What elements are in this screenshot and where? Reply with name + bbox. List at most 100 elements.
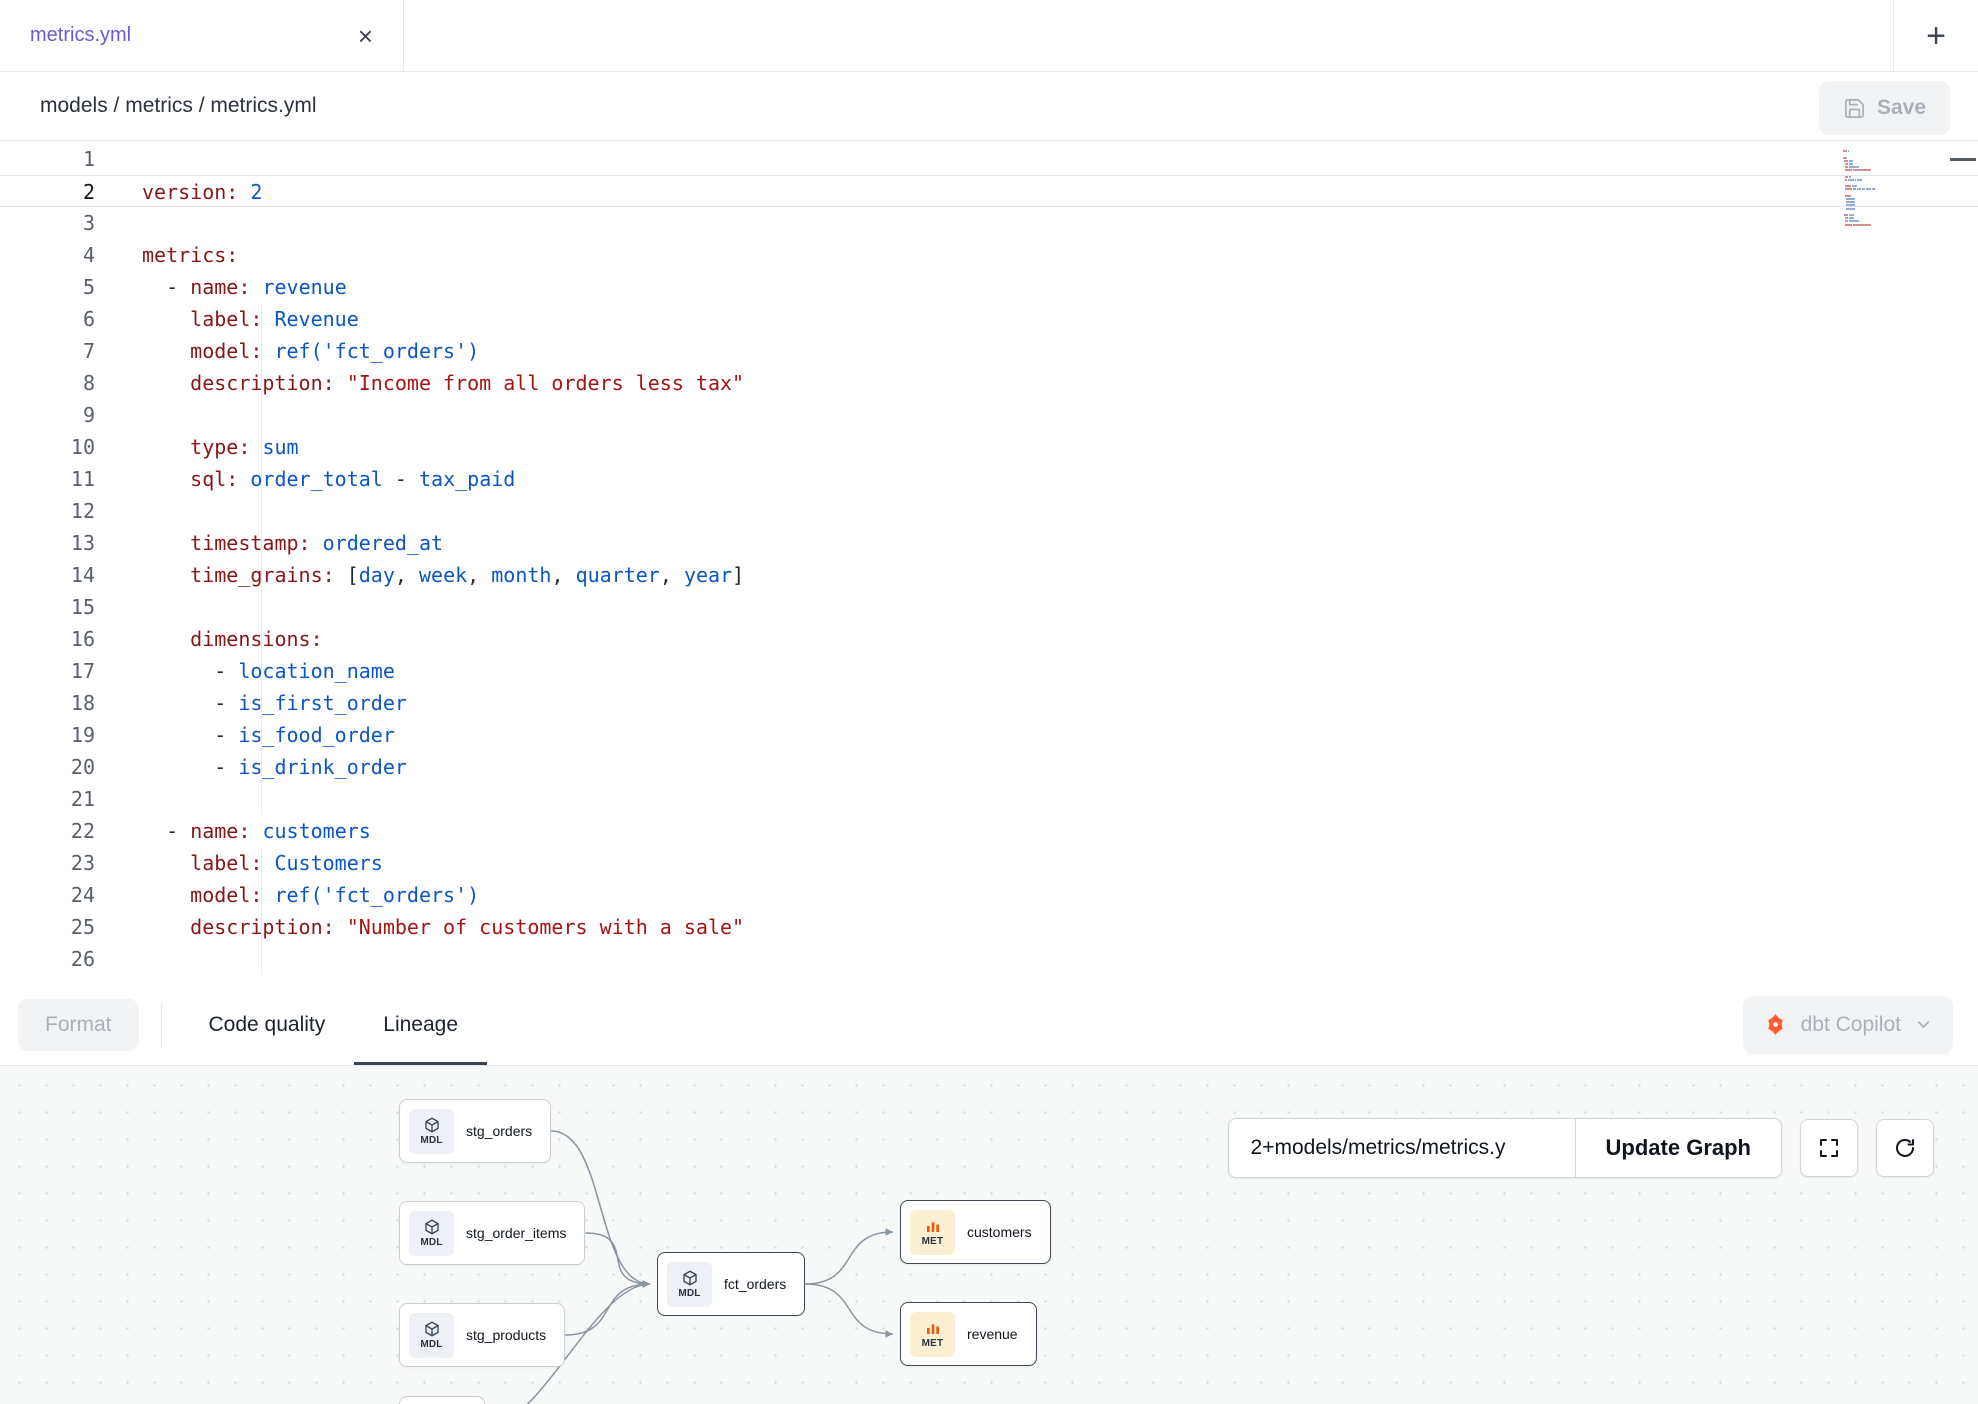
update-graph-button[interactable]: Update Graph — [1575, 1119, 1781, 1177]
lineage-node-stg_orders[interactable]: MDL stg_orders — [399, 1099, 551, 1163]
code-line[interactable]: 19 - is_food_order — [0, 719, 1978, 751]
indent-guide — [261, 655, 262, 687]
line-number: 4 — [0, 239, 95, 271]
line-number: 17 — [0, 655, 95, 687]
code-text — [95, 143, 142, 175]
line-number: 12 — [0, 495, 95, 527]
toolbar-divider — [161, 1003, 162, 1047]
code-text: - name: revenue — [95, 271, 347, 303]
new-tab-button[interactable]: + — [1893, 0, 1978, 71]
code-text: - is_food_order — [95, 719, 395, 751]
close-icon[interactable]: × — [358, 23, 373, 49]
panel-tab-code-quality[interactable]: Code quality — [180, 984, 355, 1065]
code-line[interactable]: 5 - name: revenue — [0, 271, 1978, 303]
code-text: type: sum — [95, 431, 299, 463]
indent-guide — [261, 847, 262, 879]
code-line[interactable]: 18 - is_first_order — [0, 687, 1978, 719]
indent-guide — [261, 783, 262, 815]
code-line[interactable]: 3 — [0, 207, 1978, 239]
lineage-node-stg_order_items[interactable]: MDLstg_order_items — [399, 1201, 585, 1265]
code-line[interactable]: 8 description: "Income from all orders l… — [0, 367, 1978, 399]
code-line[interactable]: 2version: 2 — [0, 175, 1978, 207]
code-text: time_grains: [day, week, month, quarter,… — [95, 559, 744, 591]
line-number: 9 — [0, 399, 95, 431]
code-line[interactable]: 23 label: Customers — [0, 847, 1978, 879]
lineage-search-group: Update Graph — [1228, 1118, 1782, 1178]
indent-guide — [261, 399, 262, 431]
dbt-copilot-button[interactable]: dbt Copilot — [1743, 996, 1953, 1054]
lineage-node-stg_partial[interactable]: MDL — [399, 1396, 485, 1404]
line-number: 16 — [0, 623, 95, 655]
chevron-down-icon — [1914, 1015, 1933, 1034]
code-line[interactable]: 7 model: ref('fct_orders') — [0, 335, 1978, 367]
lineage-node-stg_products[interactable]: MDLstg_products — [399, 1303, 565, 1367]
code-text — [95, 495, 142, 527]
code-line[interactable]: 13 timestamp: ordered_at — [0, 527, 1978, 559]
lineage-node-revenue[interactable]: METrevenue — [900, 1302, 1037, 1366]
code-text: sql: order_total - tax_paid — [95, 463, 515, 495]
code-line[interactable]: 17 - location_name — [0, 655, 1978, 687]
code-line[interactable]: 11 sql: order_total - tax_paid — [0, 463, 1978, 495]
code-text: - is_drink_order — [95, 751, 407, 783]
code-line[interactable]: 12 — [0, 495, 1978, 527]
plus-icon: + — [1926, 19, 1946, 53]
code-line[interactable]: 10 type: sum — [0, 431, 1978, 463]
code-text: dimensions: — [95, 623, 323, 655]
indent-guide — [261, 911, 262, 943]
code-line[interactable]: 24 model: ref('fct_orders') — [0, 879, 1978, 911]
metric-icon: MET — [910, 1210, 955, 1255]
code-editor[interactable]: 12version: 234metrics:5 - name: revenue6… — [0, 141, 1978, 984]
code-line[interactable]: 1 — [0, 143, 1978, 175]
fullscreen-button[interactable] — [1800, 1119, 1858, 1177]
lineage-node-customers[interactable]: MET customers — [900, 1200, 1051, 1264]
node-label: stg_orders — [466, 1123, 532, 1139]
scrollbar-thumb[interactable] — [1950, 158, 1976, 161]
code-text: - location_name — [95, 655, 395, 687]
code-line[interactable]: 21 — [0, 783, 1978, 815]
node-label: customers — [967, 1224, 1032, 1240]
line-number: 25 — [0, 911, 95, 943]
code-text — [95, 591, 142, 623]
code-lines: 12version: 234metrics:5 - name: revenue6… — [0, 141, 1978, 975]
tab-metrics-yml[interactable]: metrics.yml × — [0, 0, 404, 71]
model-icon: MDL — [409, 1109, 454, 1154]
indent-guide — [261, 495, 262, 527]
line-number: 8 — [0, 367, 95, 399]
lineage-node-fct_orders[interactable]: MDLfct_orders — [657, 1252, 805, 1316]
refresh-icon — [1893, 1136, 1917, 1160]
code-line[interactable]: 9 — [0, 399, 1978, 431]
code-line[interactable]: 15 — [0, 591, 1978, 623]
lineage-canvas[interactable]: Update Graph MDL stg_orders MDLstg_order_i… — [0, 1066, 1978, 1404]
line-number: 3 — [0, 207, 95, 239]
indent-guide — [261, 623, 262, 655]
refresh-button[interactable] — [1876, 1119, 1934, 1177]
format-button[interactable]: Format — [18, 999, 139, 1051]
save-label: Save — [1877, 96, 1926, 120]
code-text: label: Revenue — [95, 303, 359, 335]
indent-guide — [261, 463, 262, 495]
code-text — [95, 399, 142, 431]
line-number: 1 — [0, 143, 95, 175]
line-number: 22 — [0, 815, 95, 847]
line-number: 14 — [0, 559, 95, 591]
indent-guide — [261, 431, 262, 463]
code-text: label: Customers — [95, 847, 383, 879]
copilot-label: dbt Copilot — [1801, 1013, 1901, 1037]
code-line[interactable]: 25 description: "Number of customers wit… — [0, 911, 1978, 943]
code-text — [95, 783, 142, 815]
panel-tab-lineage[interactable]: Lineage — [354, 984, 487, 1065]
code-line[interactable]: 6 label: Revenue — [0, 303, 1978, 335]
code-line[interactable]: 14 time_grains: [day, week, month, quart… — [0, 559, 1978, 591]
tab-label: metrics.yml — [30, 24, 131, 47]
save-button[interactable]: Save — [1819, 81, 1950, 135]
lineage-search-input[interactable] — [1229, 1119, 1575, 1177]
node-label: revenue — [967, 1326, 1018, 1342]
code-line[interactable]: 20 - is_drink_order — [0, 751, 1978, 783]
code-line[interactable]: 16 dimensions: — [0, 623, 1978, 655]
line-number: 19 — [0, 719, 95, 751]
code-line[interactable]: 26 — [0, 943, 1978, 975]
code-line[interactable]: 22 - name: customers — [0, 815, 1978, 847]
code-line[interactable]: 4metrics: — [0, 239, 1978, 271]
minimap[interactable] — [1843, 147, 1893, 230]
line-number: 7 — [0, 335, 95, 367]
